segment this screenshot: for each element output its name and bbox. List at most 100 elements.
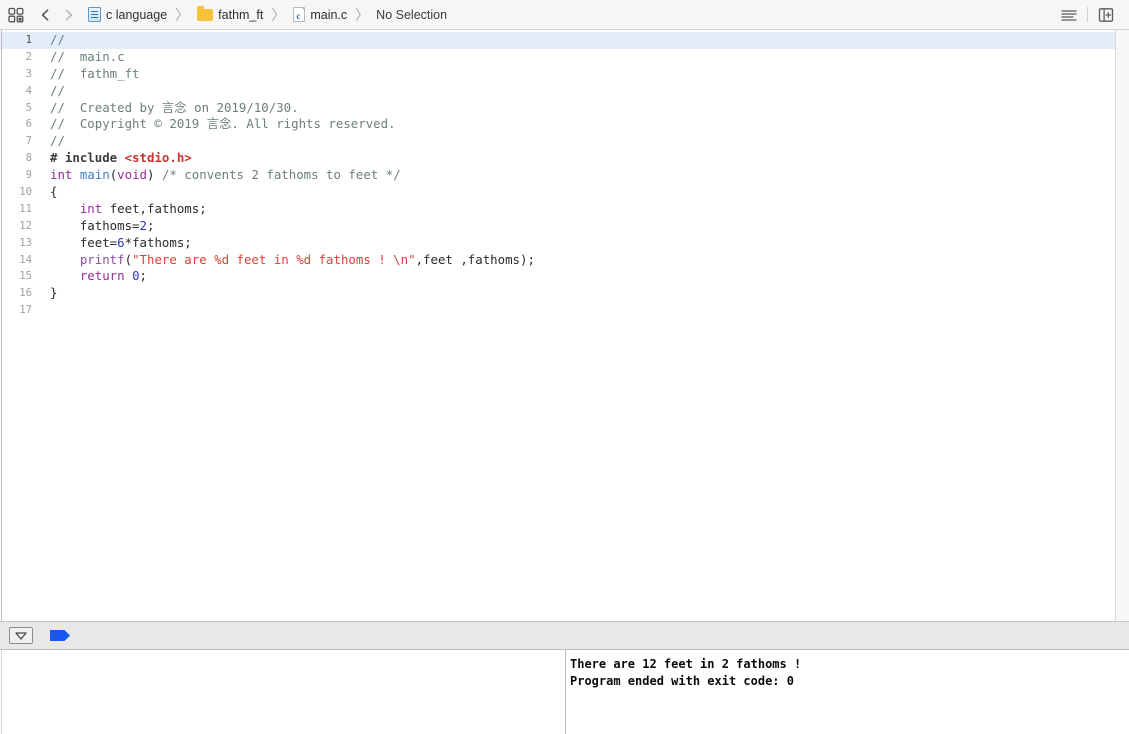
code-line[interactable]: 3 // fathm_ft [0,66,1115,83]
code-token: /* convents 2 fathoms to feet */ [161,167,401,183]
line-number: 8 [25,152,32,165]
breakpoint-flag-icon[interactable] [49,629,71,642]
code-token: { [50,184,58,200]
debug-area: There are 12 feet in 2 fathoms ! Program … [0,650,1129,734]
code-token: int [79,200,103,216]
code-token: // Created by 言念 on 2019/10/30. [50,99,299,115]
breadcrumb-item-project[interactable]: c language [87,5,168,25]
line-text: { [38,184,1115,201]
navigate-forward-button[interactable] [57,4,79,26]
navigate-back-button[interactable] [35,4,57,26]
editor-left-edge [1,30,2,621]
breadcrumb-label-selection: No Selection [376,7,448,22]
breadcrumb-item-file[interactable]: c main.c [292,5,348,25]
code-token: } [50,285,58,301]
code-line[interactable]: 2 // main.c [0,49,1115,66]
source-editor[interactable]: 1 // 2 // main.c 3 // fathm_ft 4 // 5 // Created … [0,30,1115,621]
line-text: // Copyright © 2019 言念. All rights reser… [38,116,1115,133]
breadcrumb-label-project: c language [106,7,168,22]
code-token: // [50,82,65,98]
code-line[interactable]: 12 fathoms=2; [0,218,1115,235]
line-text: // [38,83,1115,100]
code-line[interactable]: 11 int feet,fathoms; [0,201,1115,218]
code-token: feet= [50,234,118,250]
code-token: <stdio.h> [124,150,192,166]
code-token: // fathm_ft [50,65,140,81]
code-token: int [50,167,73,183]
c-file-icon: c [293,7,306,22]
line-text: // Created by 言念 on 2019/10/30. [38,100,1115,117]
breadcrumb-item-selection[interactable]: No Selection [375,5,448,25]
console-line: Program ended with exit code: 0 [570,674,794,688]
breadcrumb-label-folder: fathm_ft [218,7,264,22]
console-output[interactable]: There are 12 feet in 2 fathoms ! Program … [566,650,1115,734]
show-document-items-icon[interactable] [7,6,25,24]
code-line[interactable]: 17 [0,302,1115,319]
code-token: 0 [132,268,140,284]
code-line[interactable]: 13 feet=6*fathoms; [0,235,1115,252]
line-number: 15 [19,270,32,283]
code-token: 2 [139,217,147,233]
code-line[interactable]: 4 // [0,83,1115,100]
code-token: // main.c [50,48,125,64]
code-token: # include [50,150,125,166]
breadcrumb-item-folder[interactable]: fathm_ft [196,5,264,25]
line-number: 14 [19,253,32,266]
code-line[interactable]: 1 // [0,32,1115,49]
line-number: 1 [25,34,32,46]
line-text: int main(void) /* convents 2 fathoms to … [38,167,1115,184]
variables-view[interactable] [0,650,565,734]
scope-filter-icon[interactable] [9,627,33,644]
code-token: ) [147,167,162,183]
editor-options-icon[interactable] [1055,4,1083,26]
jump-bar-toolbar: c language 〉 fathm_ft 〉 c main.c 〉 No Se… [0,0,1129,30]
code-line[interactable]: 6 // Copyright © 2019 言念. All rights rese… [0,116,1115,133]
code-token: fathoms= [50,217,140,233]
add-editor-icon[interactable] [1092,4,1120,26]
inspector-strip[interactable] [1115,30,1129,621]
breadcrumb-separator: 〉 [355,6,370,23]
breadcrumb: c language 〉 fathm_ft 〉 c main.c 〉 No Se… [87,0,448,30]
code-token: ; [139,268,148,284]
code-line[interactable]: 14 printf("There are %d feet in %d fatho… [0,252,1115,269]
code-token: ; [147,217,155,233]
line-number: 5 [25,101,32,114]
line-text: fathoms=2; [38,218,1115,235]
code-token: *fathoms; [124,234,192,250]
line-number: 11 [19,202,32,215]
code-token: main [79,167,110,183]
breadcrumb-separator: 〉 [175,6,190,23]
breadcrumb-label-file: main.c [310,7,348,22]
line-text: # include <stdio.h> [38,150,1115,167]
code-token: printf [79,251,125,267]
jump-bar-left-controls: c language 〉 fathm_ft 〉 c main.c 〉 No Se… [0,0,448,30]
code-line[interactable]: 16} [0,285,1115,302]
line-text: // [38,133,1115,150]
project-icon [88,7,101,22]
code-token: "There are %d feet in %d fathoms ! \n" [132,251,416,267]
line-text: } [38,285,1115,302]
code-line[interactable]: 5 // Created by 言念 on 2019/10/30. [0,100,1115,117]
line-text: return 0; [38,268,1115,285]
line-number: 12 [19,219,32,232]
console-line: There are 12 feet in 2 fathoms ! [570,657,802,671]
jump-bar-right-controls [1055,0,1129,30]
code-line[interactable]: 8 # include <stdio.h> [0,150,1115,167]
code-token: ( [124,251,133,267]
line-text: printf("There are %d feet in %d fathoms … [38,252,1115,269]
line-text: int feet,fathoms; [38,201,1115,218]
code-line[interactable]: 9 int main(void) /* convents 2 fathoms to… [0,167,1115,184]
line-text: // main.c [38,49,1115,66]
code-lines[interactable]: 1 // 2 // main.c 3 // fathm_ft 4 // 5 // Created … [0,30,1115,319]
folder-icon [197,6,214,21]
line-number: 3 [25,67,32,80]
xcode-window: c language 〉 fathm_ft 〉 c main.c 〉 No Se… [0,0,1129,734]
line-number: 10 [19,186,32,199]
code-line[interactable]: 10 { [0,184,1115,201]
code-line[interactable]: 7 // [0,133,1115,150]
line-number: 2 [25,50,32,63]
code-line[interactable]: 15 return 0; [0,268,1115,285]
line-text: // fathm_ft [38,66,1115,83]
code-token: // [50,32,65,47]
